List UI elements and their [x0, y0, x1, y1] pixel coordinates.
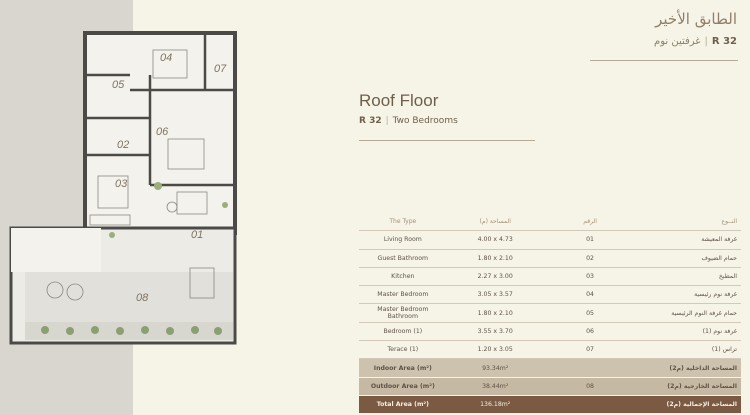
room-type-ar: غرفة نوم (1): [636, 322, 741, 342]
summary-value: 93.34m²: [446, 358, 544, 378]
room-type: Living Room: [359, 230, 447, 250]
unit-type: Two Bedrooms: [392, 116, 458, 126]
floor-plan-drawing: 04 07 05 06 02 03 01 08: [9, 31, 237, 345]
english-subtitle: R 32 | Two Bedrooms: [359, 116, 458, 126]
english-title: Roof Floor: [359, 91, 439, 110]
unit-type: غرفتين نوم: [654, 36, 701, 47]
unit-code: R 32: [711, 36, 737, 47]
summary-label: Total Area (m²): [359, 395, 447, 414]
table-row: Bedroom (1) 3.55 x 3.70 06 غرفة نوم (1): [359, 322, 741, 342]
arabic-subtitle: R 32|غرفتين نوم: [654, 36, 737, 47]
room-type: Terace (1): [359, 340, 447, 360]
room-number: 04: [160, 52, 172, 64]
room-number: 06: [543, 322, 637, 342]
room-area: 4.00 x 4.73: [446, 230, 544, 250]
room-number: 08: [136, 292, 149, 304]
room-number: 03: [543, 267, 637, 287]
summary-number: [543, 358, 637, 378]
room-type-ar: غرفة نوم رئيسية: [636, 285, 741, 305]
column-header: The Type: [359, 213, 447, 232]
room-type-ar: غرفة المعيشة: [636, 230, 741, 250]
table-row: Terace (1) 1.20 x 3.05 07 تراس (1): [359, 340, 741, 360]
arabic-title: الطابق الأخير: [655, 10, 737, 28]
room-number: 07: [543, 340, 637, 360]
room-number: 05: [543, 303, 637, 323]
table-row: Kitchen 2.27 x 3.00 03 المطبخ: [359, 267, 741, 287]
room-type-ar: حمام الضيوف: [636, 249, 741, 268]
table-row: Master Bedroom Bathroom 1.80 x 2.10 05 ح…: [359, 303, 741, 323]
room-number: 04: [543, 285, 637, 305]
room-number: 05: [112, 79, 125, 91]
summary-label-ar: المساحة الداخلية (م2): [636, 358, 741, 378]
summary-label: Indoor Area (m²): [359, 358, 447, 378]
summary-number: [543, 395, 637, 414]
total-area-row: Total Area (m²) 136.18m² المساحة الإجمال…: [359, 395, 741, 414]
room-area: 1.80 x 2.10: [446, 303, 544, 323]
room-type-ar: حمام غرفة النوم الرئيسية: [636, 303, 741, 323]
summary-label-ar: المساحة الخارجية (م2): [636, 377, 741, 396]
room-type-ar: المطبخ: [636, 267, 741, 287]
room-number: 07: [214, 63, 227, 75]
room-number: 03: [115, 178, 128, 190]
table-header-row: The Type المساحة (م) الرقم النــوع: [359, 213, 741, 232]
divider: [359, 140, 535, 141]
room-number: 06: [156, 126, 169, 138]
room-number: 01: [191, 229, 203, 241]
table-row: Guest Bathroom 1.80 x 2.10 02 حمام الضيو…: [359, 249, 741, 268]
room-number: 02: [543, 249, 637, 268]
room-area: 1.80 x 2.10: [446, 249, 544, 268]
room-type-ar: تراس (1): [636, 340, 741, 360]
room-type: Master Bedroom: [359, 285, 447, 305]
summary-value: 38.44m²: [446, 377, 544, 396]
outdoor-area-row: Outdoor Area (m²) 38.44m² 08 المساحة الخ…: [359, 377, 741, 396]
area-table: The Type المساحة (م) الرقم النــوع Livin…: [359, 213, 741, 414]
room-type: Bedroom (1): [359, 322, 447, 342]
summary-label-ar: المساحة الإجمالية (م2): [636, 395, 741, 414]
room-area: 3.05 x 3.57: [446, 285, 544, 305]
indoor-area-row: Indoor Area (m²) 93.34m² المساحة الداخلي…: [359, 358, 741, 378]
column-header: النــوع: [636, 213, 741, 232]
column-header: الرقم: [543, 213, 637, 232]
room-type: Master Bedroom Bathroom: [359, 303, 447, 323]
divider: [590, 60, 738, 61]
table-row: Master Bedroom 3.05 x 3.57 04 غرفة نوم ر…: [359, 285, 741, 305]
room-area: 3.55 x 3.70: [446, 322, 544, 342]
floor-plan: 04 07 05 06 02 03 01 08: [0, 0, 260, 415]
unit-code: R 32: [359, 116, 382, 126]
room-area: 1.20 x 3.05: [446, 340, 544, 360]
room-type: Guest Bathroom: [359, 249, 447, 268]
room-number: 02: [117, 139, 129, 151]
column-header: المساحة (م): [446, 213, 544, 232]
room-area: 2.27 x 3.00: [446, 267, 544, 287]
summary-label: Outdoor Area (m²): [359, 377, 447, 396]
table-row: Living Room 4.00 x 4.73 01 غرفة المعيشة: [359, 230, 741, 250]
summary-value: 136.18m²: [446, 395, 544, 414]
summary-number: 08: [543, 377, 637, 396]
room-number: 01: [543, 230, 637, 250]
room-type: Kitchen: [359, 267, 447, 287]
